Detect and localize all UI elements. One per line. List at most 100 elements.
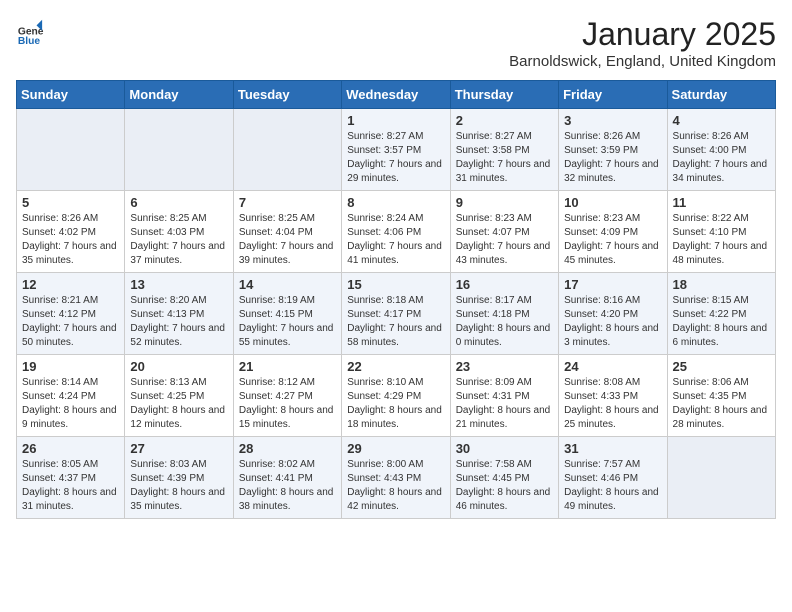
day-number: 21 <box>239 359 336 374</box>
day-number: 8 <box>347 195 444 210</box>
day-info: Sunrise: 8:23 AMSunset: 4:09 PMDaylight:… <box>564 213 659 266</box>
day-info: Sunrise: 8:18 AMSunset: 4:17 PMDaylight:… <box>347 295 442 348</box>
calendar-cell: 23 Sunrise: 8:09 AMSunset: 4:31 PMDaylig… <box>450 355 558 437</box>
header: General Blue January 2025 Barnoldswick, … <box>16 16 776 70</box>
calendar-cell: 17 Sunrise: 8:16 AMSunset: 4:20 PMDaylig… <box>559 273 667 355</box>
calendar-cell: 19 Sunrise: 8:14 AMSunset: 4:24 PMDaylig… <box>17 355 125 437</box>
calendar-cell: 5 Sunrise: 8:26 AMSunset: 4:02 PMDayligh… <box>17 191 125 273</box>
weekday-header-friday: Friday <box>559 81 667 109</box>
calendar-cell: 21 Sunrise: 8:12 AMSunset: 4:27 PMDaylig… <box>233 355 341 437</box>
day-number: 18 <box>673 277 770 292</box>
day-info: Sunrise: 8:25 AMSunset: 4:03 PMDaylight:… <box>130 213 225 266</box>
day-info: Sunrise: 8:26 AMSunset: 4:02 PMDaylight:… <box>22 213 117 266</box>
calendar-cell: 15 Sunrise: 8:18 AMSunset: 4:17 PMDaylig… <box>342 273 450 355</box>
day-number: 30 <box>456 441 553 456</box>
weekday-header-tuesday: Tuesday <box>233 81 341 109</box>
calendar-cell <box>17 109 125 191</box>
day-info: Sunrise: 8:26 AMSunset: 4:00 PMDaylight:… <box>673 131 768 184</box>
day-info: Sunrise: 8:23 AMSunset: 4:07 PMDaylight:… <box>456 213 551 266</box>
day-number: 17 <box>564 277 661 292</box>
calendar-cell: 8 Sunrise: 8:24 AMSunset: 4:06 PMDayligh… <box>342 191 450 273</box>
day-number: 22 <box>347 359 444 374</box>
weekday-header-monday: Monday <box>125 81 233 109</box>
day-info: Sunrise: 7:58 AMSunset: 4:45 PMDaylight:… <box>456 459 551 512</box>
svg-text:Blue: Blue <box>18 36 41 44</box>
day-info: Sunrise: 8:08 AMSunset: 4:33 PMDaylight:… <box>564 377 659 430</box>
calendar-cell <box>125 109 233 191</box>
day-info: Sunrise: 8:10 AMSunset: 4:29 PMDaylight:… <box>347 377 442 430</box>
calendar-cell: 10 Sunrise: 8:23 AMSunset: 4:09 PMDaylig… <box>559 191 667 273</box>
calendar-cell: 2 Sunrise: 8:27 AMSunset: 3:58 PMDayligh… <box>450 109 558 191</box>
calendar-cell: 31 Sunrise: 7:57 AMSunset: 4:46 PMDaylig… <box>559 437 667 519</box>
calendar-title: January 2025 <box>509 16 776 53</box>
day-info: Sunrise: 8:02 AMSunset: 4:41 PMDaylight:… <box>239 459 334 512</box>
calendar-week-row: 5 Sunrise: 8:26 AMSunset: 4:02 PMDayligh… <box>17 191 776 273</box>
calendar-cell: 18 Sunrise: 8:15 AMSunset: 4:22 PMDaylig… <box>667 273 775 355</box>
calendar-cell: 13 Sunrise: 8:20 AMSunset: 4:13 PMDaylig… <box>125 273 233 355</box>
day-number: 9 <box>456 195 553 210</box>
day-info: Sunrise: 8:06 AMSunset: 4:35 PMDaylight:… <box>673 377 768 430</box>
day-info: Sunrise: 8:22 AMSunset: 4:10 PMDaylight:… <box>673 213 768 266</box>
weekday-header-saturday: Saturday <box>667 81 775 109</box>
day-number: 1 <box>347 113 444 128</box>
day-number: 24 <box>564 359 661 374</box>
day-info: Sunrise: 8:15 AMSunset: 4:22 PMDaylight:… <box>673 295 768 348</box>
calendar-cell: 25 Sunrise: 8:06 AMSunset: 4:35 PMDaylig… <box>667 355 775 437</box>
day-number: 29 <box>347 441 444 456</box>
day-number: 4 <box>673 113 770 128</box>
day-number: 6 <box>130 195 227 210</box>
day-number: 12 <box>22 277 119 292</box>
day-info: Sunrise: 7:57 AMSunset: 4:46 PMDaylight:… <box>564 459 659 512</box>
day-info: Sunrise: 8:00 AMSunset: 4:43 PMDaylight:… <box>347 459 442 512</box>
day-info: Sunrise: 8:26 AMSunset: 3:59 PMDaylight:… <box>564 131 659 184</box>
day-info: Sunrise: 8:21 AMSunset: 4:12 PMDaylight:… <box>22 295 117 348</box>
weekday-header-sunday: Sunday <box>17 81 125 109</box>
day-number: 14 <box>239 277 336 292</box>
calendar-cell: 24 Sunrise: 8:08 AMSunset: 4:33 PMDaylig… <box>559 355 667 437</box>
calendar-week-row: 12 Sunrise: 8:21 AMSunset: 4:12 PMDaylig… <box>17 273 776 355</box>
calendar-cell: 22 Sunrise: 8:10 AMSunset: 4:29 PMDaylig… <box>342 355 450 437</box>
calendar-cell: 20 Sunrise: 8:13 AMSunset: 4:25 PMDaylig… <box>125 355 233 437</box>
calendar-cell: 26 Sunrise: 8:05 AMSunset: 4:37 PMDaylig… <box>17 437 125 519</box>
day-number: 19 <box>22 359 119 374</box>
logo-icon: General Blue <box>16 16 44 44</box>
title-area: January 2025 Barnoldswick, England, Unit… <box>509 16 776 70</box>
day-number: 20 <box>130 359 227 374</box>
calendar-cell: 27 Sunrise: 8:03 AMSunset: 4:39 PMDaylig… <box>125 437 233 519</box>
calendar-week-row: 1 Sunrise: 8:27 AMSunset: 3:57 PMDayligh… <box>17 109 776 191</box>
day-number: 13 <box>130 277 227 292</box>
calendar-cell <box>667 437 775 519</box>
day-info: Sunrise: 8:27 AMSunset: 3:57 PMDaylight:… <box>347 131 442 184</box>
calendar-subtitle: Barnoldswick, England, United Kingdom <box>509 53 776 70</box>
day-number: 27 <box>130 441 227 456</box>
day-number: 10 <box>564 195 661 210</box>
day-number: 15 <box>347 277 444 292</box>
weekday-header-row: SundayMondayTuesdayWednesdayThursdayFrid… <box>17 81 776 109</box>
calendar-cell: 14 Sunrise: 8:19 AMSunset: 4:15 PMDaylig… <box>233 273 341 355</box>
day-info: Sunrise: 8:09 AMSunset: 4:31 PMDaylight:… <box>456 377 551 430</box>
calendar-cell: 3 Sunrise: 8:26 AMSunset: 3:59 PMDayligh… <box>559 109 667 191</box>
day-number: 16 <box>456 277 553 292</box>
day-number: 25 <box>673 359 770 374</box>
calendar-week-row: 19 Sunrise: 8:14 AMSunset: 4:24 PMDaylig… <box>17 355 776 437</box>
day-info: Sunrise: 8:13 AMSunset: 4:25 PMDaylight:… <box>130 377 225 430</box>
day-info: Sunrise: 8:12 AMSunset: 4:27 PMDaylight:… <box>239 377 334 430</box>
weekday-header-wednesday: Wednesday <box>342 81 450 109</box>
calendar-cell: 4 Sunrise: 8:26 AMSunset: 4:00 PMDayligh… <box>667 109 775 191</box>
weekday-header-thursday: Thursday <box>450 81 558 109</box>
day-number: 11 <box>673 195 770 210</box>
day-number: 23 <box>456 359 553 374</box>
calendar-cell: 29 Sunrise: 8:00 AMSunset: 4:43 PMDaylig… <box>342 437 450 519</box>
day-number: 26 <box>22 441 119 456</box>
day-info: Sunrise: 8:25 AMSunset: 4:04 PMDaylight:… <box>239 213 334 266</box>
calendar-cell: 11 Sunrise: 8:22 AMSunset: 4:10 PMDaylig… <box>667 191 775 273</box>
day-info: Sunrise: 8:20 AMSunset: 4:13 PMDaylight:… <box>130 295 225 348</box>
day-info: Sunrise: 8:16 AMSunset: 4:20 PMDaylight:… <box>564 295 659 348</box>
calendar-cell: 12 Sunrise: 8:21 AMSunset: 4:12 PMDaylig… <box>17 273 125 355</box>
calendar-cell: 30 Sunrise: 7:58 AMSunset: 4:45 PMDaylig… <box>450 437 558 519</box>
calendar-cell: 6 Sunrise: 8:25 AMSunset: 4:03 PMDayligh… <box>125 191 233 273</box>
day-number: 2 <box>456 113 553 128</box>
day-info: Sunrise: 8:14 AMSunset: 4:24 PMDaylight:… <box>22 377 117 430</box>
day-info: Sunrise: 8:24 AMSunset: 4:06 PMDaylight:… <box>347 213 442 266</box>
day-info: Sunrise: 8:19 AMSunset: 4:15 PMDaylight:… <box>239 295 334 348</box>
